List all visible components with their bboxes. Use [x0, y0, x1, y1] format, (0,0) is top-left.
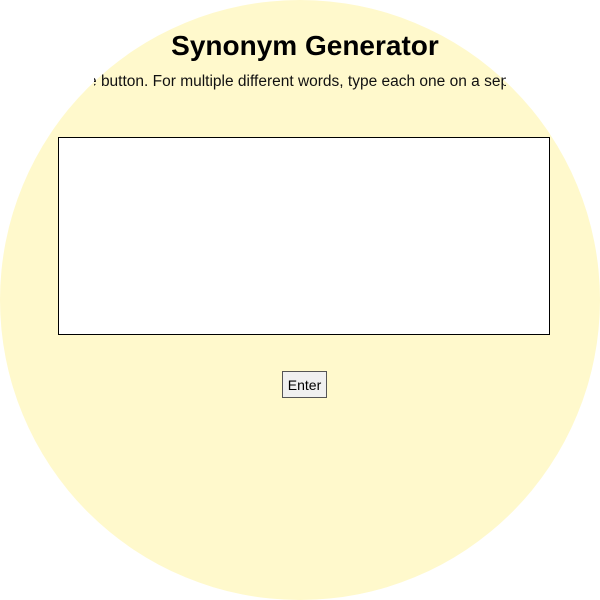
instructions-container: Type a word into the text box and click … — [94, 72, 506, 94]
synonym-generator-page: Synonym Generator Type a word into the t… — [0, 0, 600, 600]
words-input[interactable] — [58, 137, 550, 335]
instructions-text: Type a word into the text box and click … — [94, 73, 506, 90]
page-title: Synonym Generator — [171, 30, 439, 61]
enter-button[interactable]: Enter — [282, 371, 327, 398]
